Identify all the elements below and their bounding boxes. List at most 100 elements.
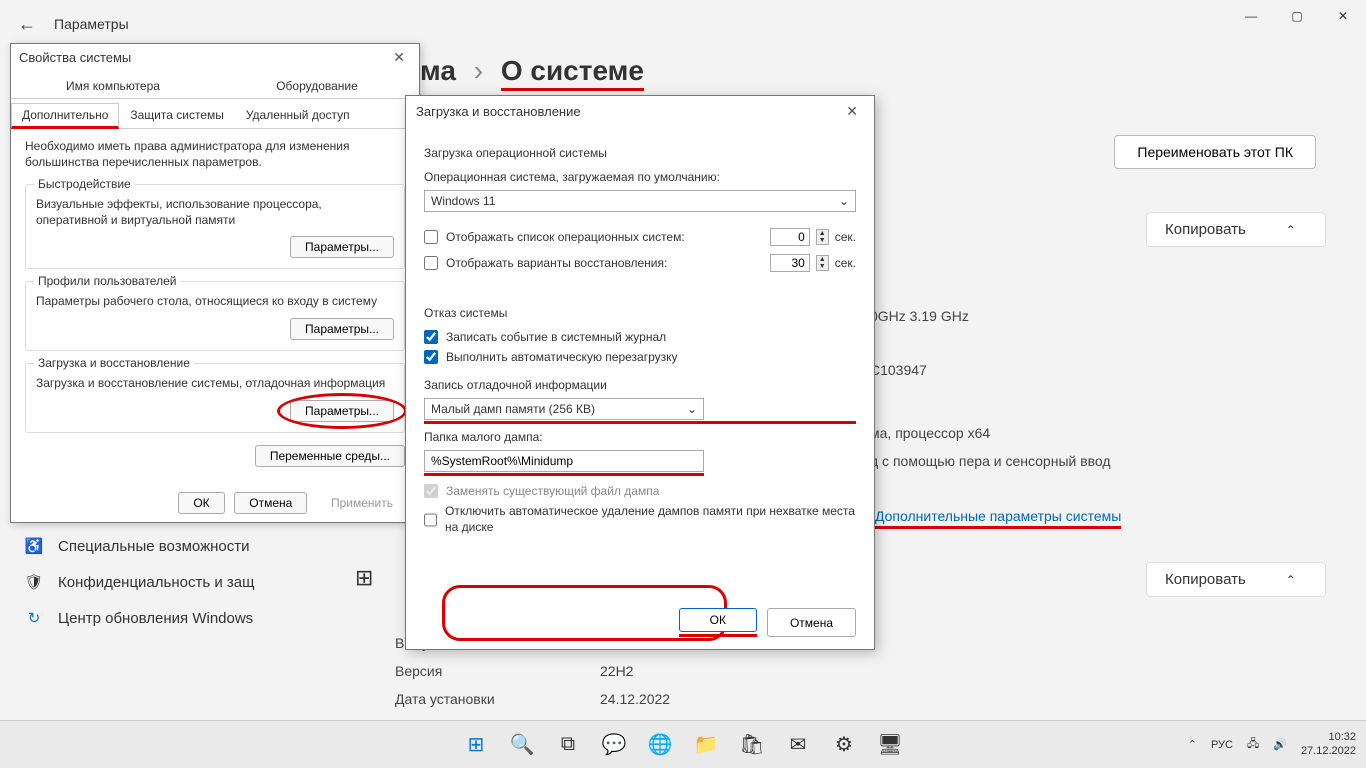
- settings-icon[interactable]: ⚙: [826, 727, 862, 763]
- close-button[interactable]: ✕: [1320, 0, 1366, 32]
- tab-protection[interactable]: Защита системы: [119, 103, 234, 128]
- chevron-down-icon: ⌄: [839, 194, 849, 208]
- os-list-time-input[interactable]: [770, 228, 810, 246]
- chevron-up-icon: ⌃: [1286, 223, 1296, 237]
- startup-settings-button[interactable]: Параметры...: [290, 400, 394, 422]
- apply-button: Применить: [317, 493, 407, 513]
- windows-icon: ⊞: [355, 565, 373, 591]
- show-recovery-checkbox[interactable]: [424, 256, 438, 270]
- sec-label: сек.: [835, 230, 856, 244]
- ok-button[interactable]: ОК: [679, 608, 757, 632]
- env-vars-button[interactable]: Переменные среды...: [255, 445, 405, 467]
- performance-desc: Визуальные эффекты, использование процес…: [36, 197, 394, 228]
- maximize-button[interactable]: ▢: [1274, 0, 1320, 32]
- copy-windows-specs-button[interactable]: Копировать ⌃: [1146, 562, 1326, 597]
- dump-folder-input[interactable]: [424, 450, 704, 472]
- version-label: Версия: [395, 663, 442, 679]
- tray-chevron-icon[interactable]: ⌃: [1188, 738, 1197, 751]
- sysprop-footer: ОК Отмена Применить: [23, 492, 407, 514]
- overwrite-label: Заменять существующий файл дампа: [446, 484, 659, 498]
- sysprop-body: Необходимо иметь права администратора дл…: [11, 129, 419, 455]
- chevron-down-icon: ⌄: [687, 402, 697, 416]
- recovery-time-input[interactable]: [770, 254, 810, 272]
- copy-device-specs-button[interactable]: Копировать ⌃: [1146, 212, 1326, 247]
- tab-advanced[interactable]: Дополнительно: [11, 103, 119, 129]
- language-indicator[interactable]: РУС: [1211, 739, 1233, 751]
- auto-restart-label: Выполнить автоматическую перезагрузку: [446, 350, 678, 364]
- taskbar-right: ⌃ РУС 🖧 🔊 10:32 27.12.2022: [1188, 731, 1356, 757]
- close-icon[interactable]: ✕: [387, 49, 411, 66]
- version-value: 22H2: [600, 663, 633, 679]
- search-icon[interactable]: 🔍: [504, 727, 540, 763]
- write-event-checkbox[interactable]: [424, 330, 438, 344]
- default-os-label: Операционная система, загружаемая по умо…: [424, 170, 856, 184]
- sidebar-item-update[interactable]: ↻ Центр обновления Windows: [18, 600, 260, 636]
- debug-info-select[interactable]: Малый дамп памяти (256 КВ) ⌄: [424, 398, 704, 420]
- rename-pc-button[interactable]: Переименовать этот ПК: [1114, 135, 1316, 169]
- os-list-time-spinner[interactable]: ▲▼: [816, 229, 829, 245]
- tab-remote[interactable]: Удаленный доступ: [235, 103, 361, 128]
- store-icon[interactable]: 🛍: [734, 727, 770, 763]
- show-os-list-label: Отображать список операционных систем:: [446, 230, 764, 244]
- copy-label: Копировать: [1165, 571, 1246, 588]
- start-button[interactable]: ⊞: [458, 727, 494, 763]
- startup-title: Загрузка и восстановление: [34, 356, 194, 370]
- advanced-system-settings-link[interactable]: Дополнительные параметры системы: [875, 508, 1121, 529]
- network-icon[interactable]: 🖧: [1247, 735, 1259, 754]
- explorer-icon[interactable]: 📁: [688, 727, 724, 763]
- copy-label: Копировать: [1165, 221, 1246, 238]
- settings-header: ← Параметры: [0, 0, 1366, 48]
- edge-icon[interactable]: 🌐: [642, 727, 678, 763]
- volume-icon[interactable]: 🔊: [1273, 738, 1287, 751]
- arch-detail: ма, процессор x64: [870, 425, 990, 441]
- time: 10:32: [1301, 731, 1356, 744]
- close-icon[interactable]: ✕: [840, 103, 864, 120]
- pen-touch-detail: д с помощью пера и сенсорный ввод: [870, 453, 1111, 469]
- clock[interactable]: 10:32 27.12.2022: [1301, 731, 1356, 757]
- breadcrumb-separator: ›: [474, 55, 483, 86]
- update-icon: ↻: [24, 608, 44, 628]
- tab-computer-name[interactable]: Имя компьютера: [11, 74, 215, 98]
- auto-restart-checkbox[interactable]: [424, 350, 438, 364]
- window-controls: — ▢ ✕: [1228, 0, 1366, 32]
- startrec-body: Загрузка операционной системы Операционн…: [406, 126, 874, 553]
- startrec-titlebar[interactable]: Загрузка и восстановление ✕: [406, 96, 874, 126]
- accessibility-icon: ♿: [24, 536, 44, 556]
- debug-info-value: Малый дамп памяти (256 КВ): [431, 402, 595, 416]
- sidebar-item-privacy[interactable]: 🛡 Конфиденциальность и защ: [18, 564, 260, 600]
- task-view-icon[interactable]: ⧉: [550, 727, 586, 763]
- settings-title: Параметры: [54, 16, 129, 32]
- dump-folder-label: Папка малого дампа:: [424, 430, 856, 444]
- disable-auto-delete-checkbox[interactable]: [424, 513, 437, 527]
- mail-icon[interactable]: ✉: [780, 727, 816, 763]
- default-os-select[interactable]: Windows 11 ⌄: [424, 190, 856, 212]
- performance-settings-button[interactable]: Параметры...: [290, 236, 394, 258]
- ok-button[interactable]: ОК: [178, 492, 224, 514]
- minimize-button[interactable]: —: [1228, 0, 1274, 32]
- back-arrow-icon[interactable]: ←: [18, 14, 36, 35]
- cancel-button[interactable]: Отмена: [767, 608, 856, 637]
- profiles-group: Профили пользователей Параметры рабочего…: [25, 281, 405, 351]
- sidebar-item-accessibility[interactable]: ♿ Специальные возможности: [18, 528, 260, 564]
- startup-desc: Загрузка и восстановление системы, отлад…: [36, 376, 394, 392]
- sysprop-title: Свойства системы: [19, 50, 131, 65]
- breadcrumb-current: О системе: [501, 55, 644, 91]
- app-icon[interactable]: 🖥: [872, 727, 908, 763]
- startup-group: Загрузка и восстановление Загрузка и вос…: [25, 363, 405, 433]
- breadcrumb-parent[interactable]: ма: [420, 55, 456, 86]
- show-os-list-checkbox[interactable]: [424, 230, 438, 244]
- debug-info-label: Запись отладочной информации: [424, 378, 856, 392]
- install-date-value: 24.12.2022: [600, 691, 670, 707]
- sidebar-label: Конфиденциальность и защ: [58, 574, 254, 591]
- recovery-time-spinner[interactable]: ▲▼: [816, 255, 829, 271]
- sidebar-label: Центр обновления Windows: [58, 610, 253, 627]
- tab-hardware[interactable]: Оборудование: [215, 74, 419, 98]
- cancel-button[interactable]: Отмена: [234, 492, 307, 514]
- sysprop-titlebar[interactable]: Свойства системы ✕: [11, 44, 419, 70]
- profiles-settings-button[interactable]: Параметры...: [290, 318, 394, 340]
- cpu-detail: 0GHz 3.19 GHz: [870, 308, 969, 324]
- sysprop-tabs: Имя компьютера Оборудование: [11, 74, 419, 99]
- chat-icon[interactable]: 💬: [596, 727, 632, 763]
- overwrite-checkbox: [424, 484, 438, 498]
- failure-section-title: Отказ системы: [424, 306, 856, 320]
